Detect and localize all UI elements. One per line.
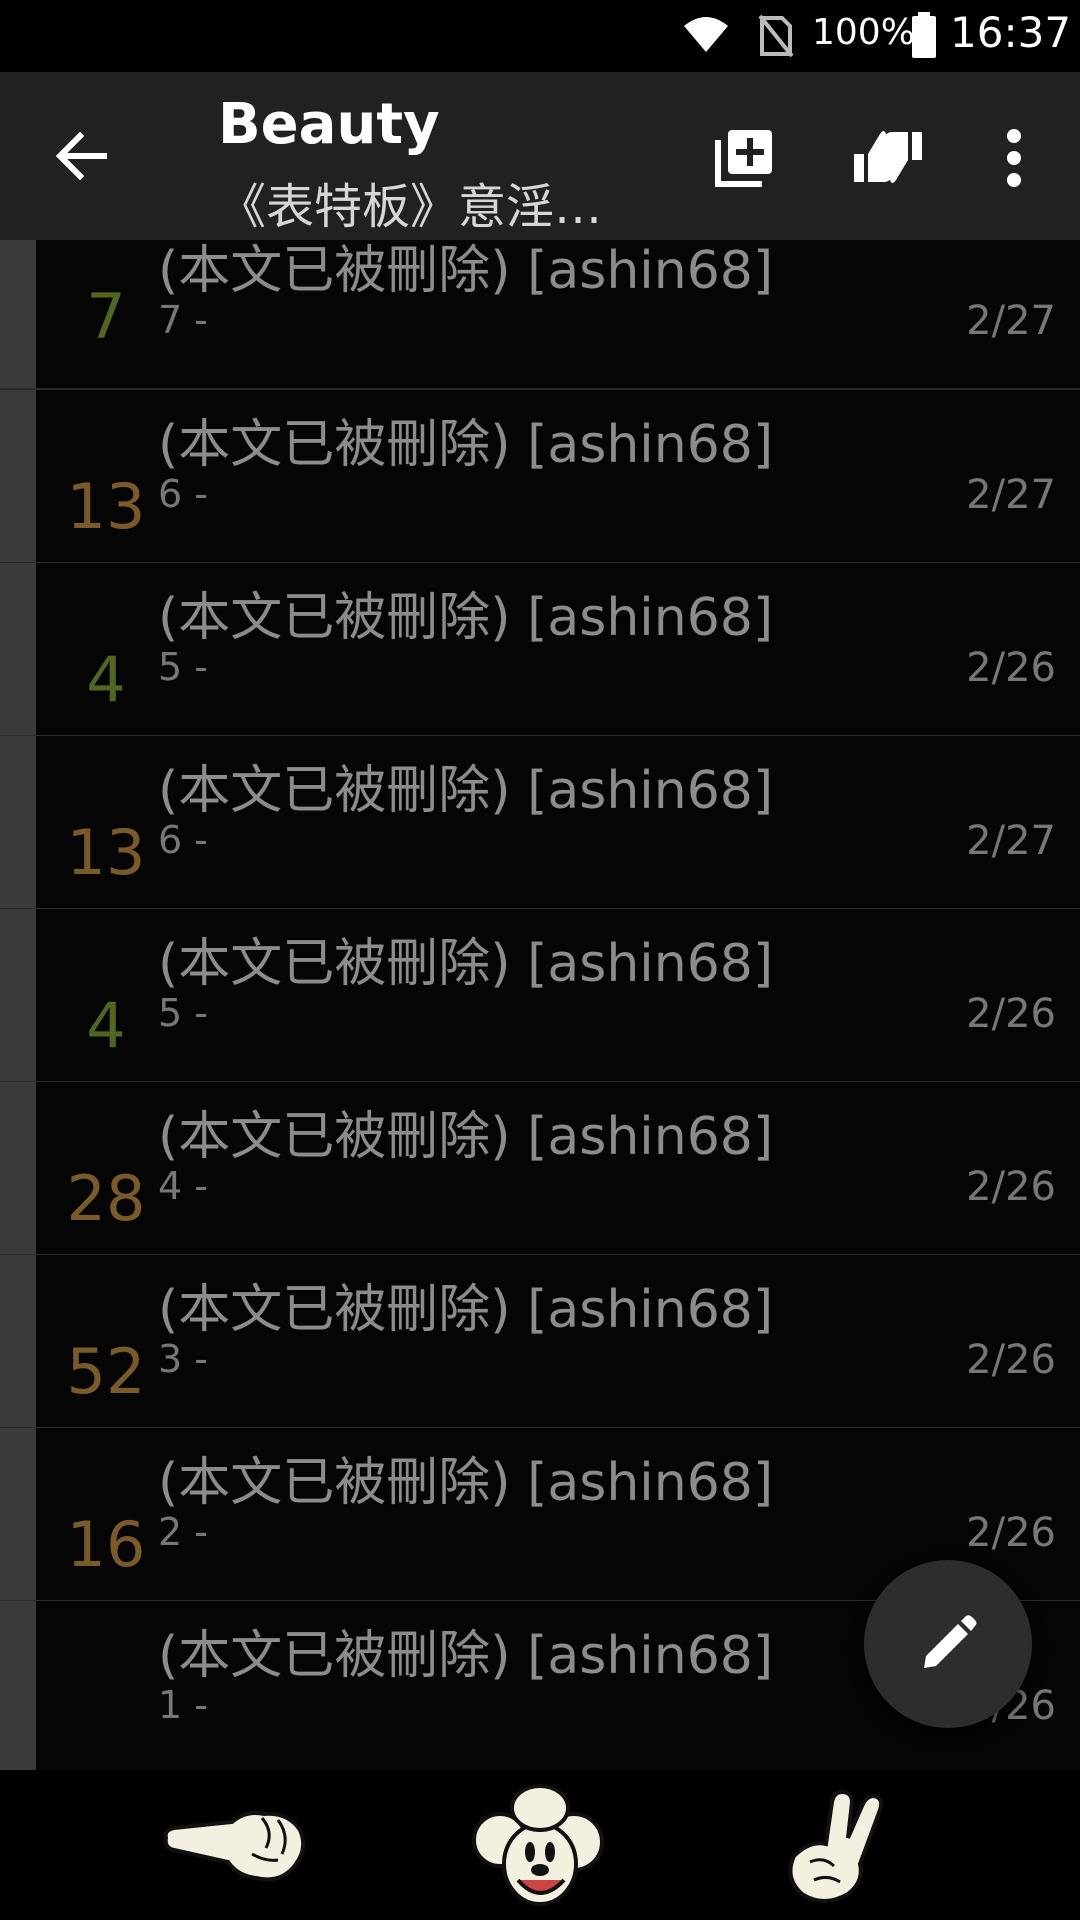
list-item[interactable]: 13 (本文已被刪除) [ashin68] 6 - 2/27 xyxy=(0,736,1080,910)
mickey-icon xyxy=(472,1784,604,1906)
list-item[interactable]: 4 (本文已被刪除) [ashin68] 5 - 2/26 xyxy=(0,909,1080,1083)
previous-page-button[interactable] xyxy=(160,1780,310,1912)
pencil-icon xyxy=(924,1615,977,1668)
article-title: (本文已被刪除) [ashin68] xyxy=(158,761,774,821)
toolbar: Beauty 《表特板》意淫文... xyxy=(0,72,1080,240)
bottom-bar xyxy=(0,1772,1080,1920)
article-author: 7 - xyxy=(158,298,208,342)
article-title: (本文已被刪除) [ashin68] xyxy=(158,241,774,301)
push-count: 52 xyxy=(66,1335,146,1408)
article-title: (本文已被刪除) [ashin68] xyxy=(158,1626,774,1686)
list-item[interactable]: 4 (本文已被刪除) [ashin68] 5 - 2/26 xyxy=(0,563,1080,737)
no-sim-icon xyxy=(758,14,794,58)
peace-hand-icon xyxy=(788,1789,884,1903)
push-count: 4 xyxy=(86,643,126,716)
article-date: 2/27 xyxy=(966,298,1056,344)
more-options-button[interactable] xyxy=(974,118,1054,198)
push-count: 28 xyxy=(66,1162,146,1235)
article-date: 2/26 xyxy=(966,1164,1056,1210)
unread-strip xyxy=(0,1428,36,1600)
unread-strip xyxy=(0,1601,36,1770)
unread-strip xyxy=(0,240,36,388)
article-list: 7 (本文已被刪除) [ashin68] 7 - 2/27 13 (本文已被刪除… xyxy=(0,240,1080,1770)
push-count: 13 xyxy=(66,816,146,889)
push-count: 16 xyxy=(66,1508,146,1581)
unread-strip xyxy=(0,390,36,562)
home-button[interactable] xyxy=(465,1780,615,1912)
article-author: 1 - xyxy=(158,1683,208,1727)
article-date: 2/26 xyxy=(966,1337,1056,1383)
unread-strip xyxy=(0,909,36,1081)
article-author: 4 - xyxy=(158,1164,208,1208)
article-author: 3 - xyxy=(158,1337,208,1381)
battery-icon xyxy=(912,12,936,58)
list-item[interactable]: 13 (本文已被刪除) [ashin68] 6 - 2/27 xyxy=(0,390,1080,564)
article-author: 5 - xyxy=(158,991,208,1035)
list-item[interactable]: 28 (本文已被刪除) [ashin68] 4 - 2/26 xyxy=(0,1082,1080,1256)
article-date: 2/27 xyxy=(966,472,1056,518)
next-page-button[interactable] xyxy=(760,1780,910,1912)
article-author: 2 - xyxy=(158,1510,208,1554)
back-arrow-icon[interactable] xyxy=(52,126,112,186)
article-title: (本文已被刪除) [ashin68] xyxy=(158,1107,774,1167)
article-date: 2/26 xyxy=(966,645,1056,691)
article-date: 2/26 xyxy=(966,991,1056,1037)
article-author: 5 - xyxy=(158,645,208,689)
push-count: 4 xyxy=(86,989,126,1062)
article-date: 2/26 xyxy=(966,1510,1056,1556)
board-title: Beauty xyxy=(218,92,440,157)
list-item[interactable]: 52 (本文已被刪除) [ashin68] 3 - 2/26 xyxy=(0,1255,1080,1429)
article-title: (本文已被刪除) [ashin68] xyxy=(158,1280,774,1340)
wifi-icon xyxy=(684,17,728,52)
article-author: 6 - xyxy=(158,818,208,862)
article-title: (本文已被刪除) [ashin68] xyxy=(158,588,774,648)
unread-strip xyxy=(0,1255,36,1427)
compose-fab[interactable] xyxy=(864,1560,1032,1728)
pointing-hand-icon xyxy=(163,1811,306,1882)
more-vert-icon xyxy=(1007,129,1021,187)
push-count: 7 xyxy=(86,280,126,353)
vote-button[interactable] xyxy=(848,118,928,198)
unread-strip xyxy=(0,736,36,908)
unread-strip xyxy=(0,563,36,735)
list-item[interactable]: 7 (本文已被刪除) [ashin68] 7 - 2/27 xyxy=(0,240,1080,390)
unread-strip xyxy=(0,1082,36,1254)
article-title: (本文已被刪除) [ashin68] xyxy=(158,934,774,994)
article-title: (本文已被刪除) [ashin68] xyxy=(158,415,774,475)
board-subtitle: 《表特板》意淫文... xyxy=(218,179,638,235)
vote-icon xyxy=(854,131,922,183)
article-title: (本文已被刪除) [ashin68] xyxy=(158,1453,774,1513)
clock: 16:37 xyxy=(950,8,1072,57)
add-to-list-icon xyxy=(715,130,772,187)
article-author: 6 - xyxy=(158,472,208,516)
add-to-list-button[interactable] xyxy=(704,118,784,198)
article-date: 2/27 xyxy=(966,818,1056,864)
push-count: 13 xyxy=(66,470,146,543)
battery-percent: 100% xyxy=(812,12,915,53)
status-bar: 100% 16:37 xyxy=(0,0,1080,72)
